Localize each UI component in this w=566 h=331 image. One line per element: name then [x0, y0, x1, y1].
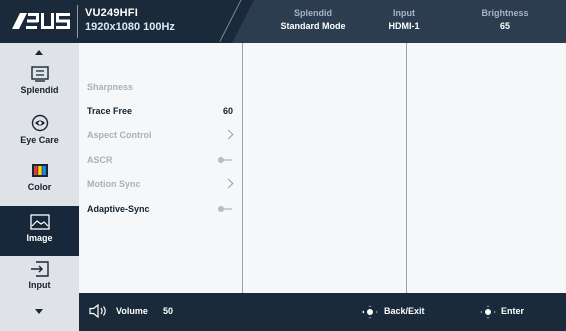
menu-item-motion-sync[interactable]: Motion Sync [87, 178, 237, 195]
input-icon [30, 261, 49, 277]
trace-free-value: 60 [222, 106, 233, 116]
osd-footer: Volume 50 Back/Exit Enter [79, 293, 566, 331]
joystick-press-icon [480, 305, 496, 319]
sidebar-item-image[interactable]: Image [0, 206, 79, 256]
column-divider [242, 43, 243, 293]
column-divider [406, 43, 407, 293]
volume-value: 50 [163, 306, 174, 316]
sidebar-item-color[interactable]: Color [0, 163, 79, 208]
back-exit-label: Back/Exit [384, 306, 425, 316]
adaptive-sync-toggle[interactable] [218, 206, 232, 212]
image-icon [29, 214, 50, 230]
joystick-left-icon [362, 305, 378, 319]
sidebar-item-splendid[interactable]: Splendid [0, 66, 79, 111]
status-input: Input HDMI-1 [388, 8, 420, 31]
volume-icon [89, 304, 106, 318]
menu-item-adaptive-sync[interactable]: Adaptive-Sync [87, 204, 237, 220]
chevron-right-icon [223, 178, 234, 189]
volume-label: Volume [116, 306, 148, 316]
asus-logo [12, 13, 70, 29]
eye-care-icon [31, 114, 48, 132]
monitor-osd: VU249HFI 1920x1080 100Hz Splendid Standa… [0, 0, 566, 331]
scroll-down-arrow-icon[interactable] [35, 309, 43, 314]
ascr-toggle[interactable] [218, 157, 232, 163]
menu-item-sharpness[interactable]: Sharpness [87, 82, 237, 98]
chevron-right-icon [223, 129, 234, 140]
menu-item-ascr[interactable]: ASCR [87, 155, 237, 171]
sidebar-item-input[interactable]: Input [0, 261, 79, 301]
color-icon [31, 164, 48, 177]
enter-label: Enter [501, 306, 525, 316]
model-name: VU249HFI [85, 7, 138, 19]
menu-item-aspect-control[interactable]: Aspect Control [87, 129, 237, 146]
osd-header: VU249HFI 1920x1080 100Hz Splendid Standa… [0, 0, 566, 43]
menu-item-trace-free[interactable]: Trace Free 60 [87, 106, 237, 122]
status-brightness: Brightness 65 [481, 8, 529, 31]
resolution-text: 1920x1080 100Hz [85, 21, 175, 33]
splendid-icon [30, 66, 49, 82]
scroll-up-arrow-icon[interactable] [35, 50, 43, 55]
sidebar-item-eye-care[interactable]: Eye Care [0, 114, 79, 159]
